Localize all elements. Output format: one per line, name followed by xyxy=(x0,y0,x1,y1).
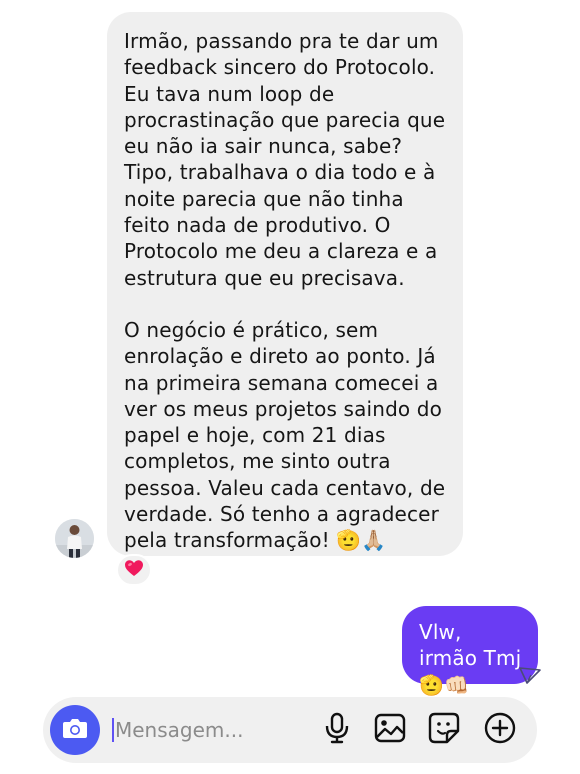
profile-photo-icon xyxy=(55,519,94,558)
seen-check-icon xyxy=(519,667,541,685)
incoming-paragraph-2: O negócio é prático, sem enrolação e dir… xyxy=(124,317,449,554)
outgoing-message-text: Vlw, irmão Tmj 🫡👊🏻 xyxy=(419,619,526,698)
heart-icon xyxy=(124,559,144,581)
outgoing-message-bubble[interactable]: Vlw, irmão Tmj 🫡👊🏻 xyxy=(402,606,538,697)
incoming-paragraph-2-text: O negócio é prático, sem enrolação e dir… xyxy=(124,317,446,553)
salute-pray-emoji: 🫡🙏🏼 xyxy=(336,528,387,553)
avatar[interactable] xyxy=(55,519,94,558)
microphone-icon xyxy=(324,712,350,748)
incoming-message-text: Irmão, passando pra te dar um feedback s… xyxy=(124,28,449,554)
message-composer[interactable]: Mensagem... xyxy=(43,697,537,763)
text-cursor xyxy=(112,718,114,742)
camera-icon xyxy=(62,717,88,743)
plus-icon xyxy=(484,712,516,748)
microphone-button[interactable] xyxy=(321,712,353,748)
gallery-icon xyxy=(374,713,406,747)
sticker-icon xyxy=(428,712,460,748)
more-options-button[interactable] xyxy=(484,712,516,748)
heart-reaction[interactable] xyxy=(116,554,152,586)
incoming-paragraph-1: Irmão, passando pra te dar um feedback s… xyxy=(124,29,446,290)
gallery-button[interactable] xyxy=(374,713,406,747)
incoming-message-bubble[interactable]: Irmão, passando pra te dar um feedback s… xyxy=(107,12,463,556)
outgoing-message-words: Vlw, irmão Tmj xyxy=(419,620,522,671)
message-input[interactable]: Mensagem... xyxy=(115,716,243,744)
camera-button[interactable] xyxy=(50,705,100,755)
salute-fist-emoji: 🫡👊🏻 xyxy=(419,672,470,697)
chat-screen: Irmão, passando pra te dar um feedback s… xyxy=(0,0,580,774)
sticker-button[interactable] xyxy=(428,712,460,748)
